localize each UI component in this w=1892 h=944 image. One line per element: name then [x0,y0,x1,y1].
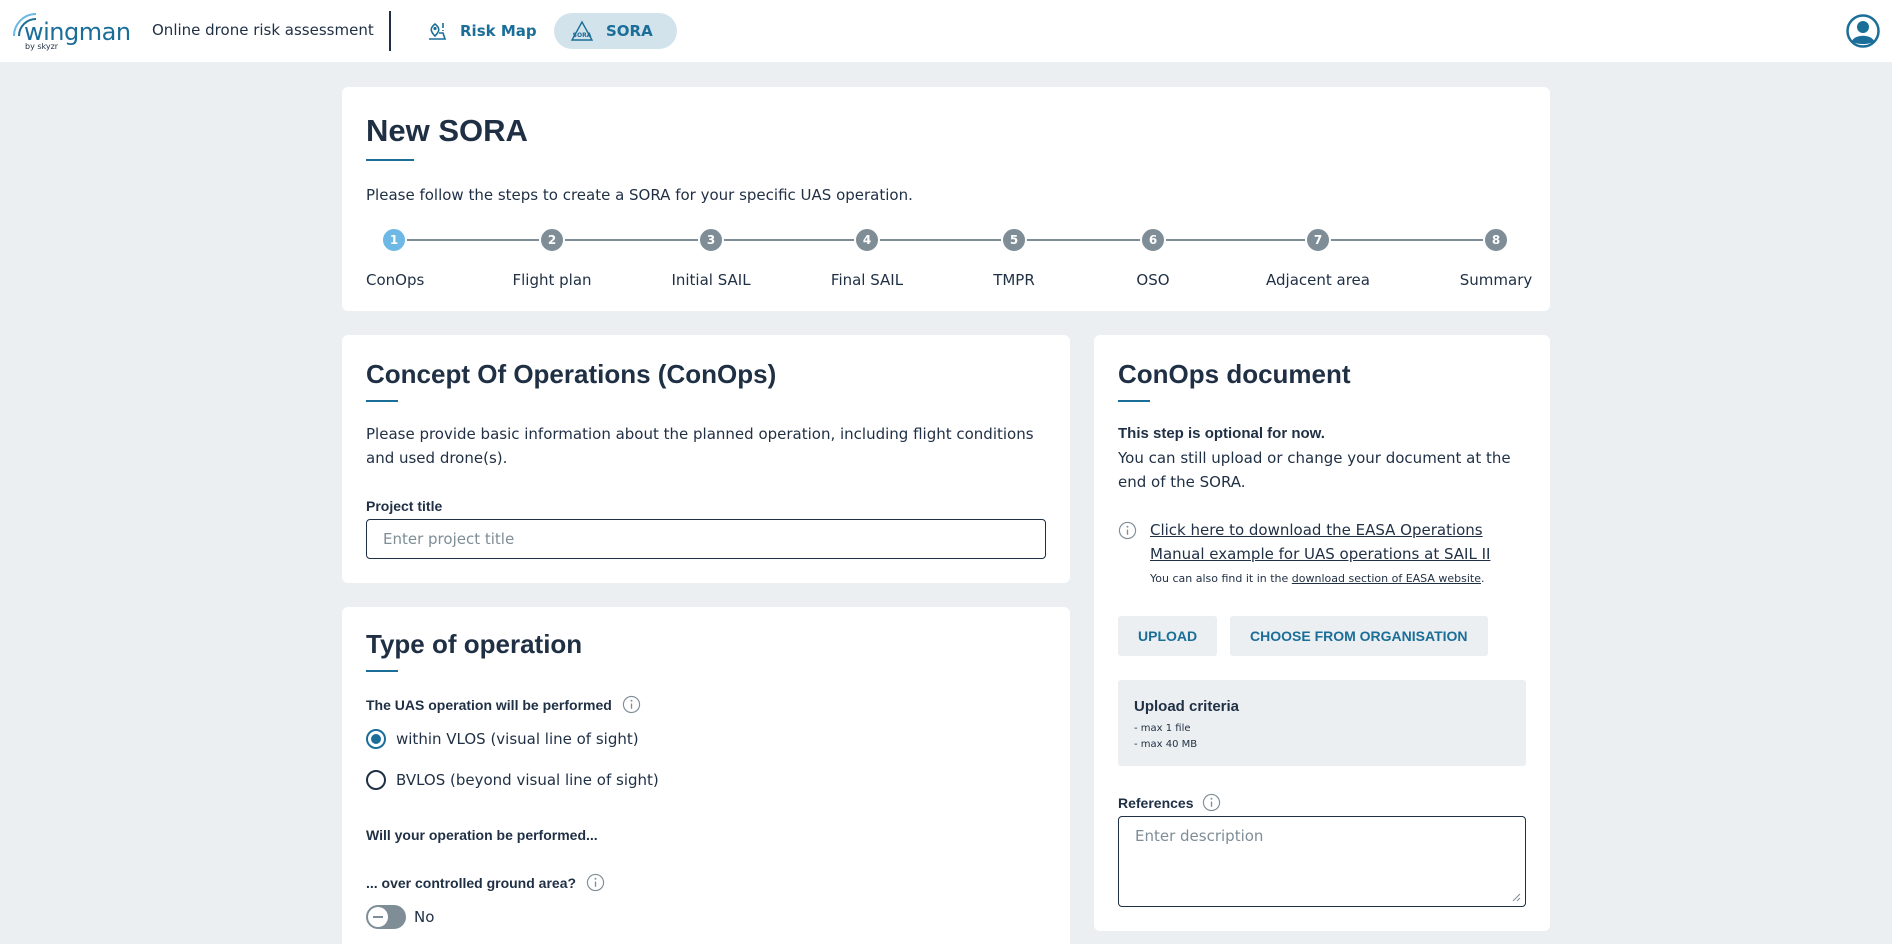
conops-document-title: ConOps document [1118,359,1351,389]
conops-card: Concept Of Operations (ConOps) Please pr… [342,335,1070,583]
conops-description: Please provide basic information about t… [366,425,1034,467]
project-title-input[interactable]: Enter project title [366,519,1046,559]
sora-stepper: 1 ConOps 2 Flight plan 3 Initial SAIL 4 … [366,227,1532,289]
step-oso[interactable]: 6 OSO [1113,227,1193,289]
radio-vlos[interactable]: within VLOS (visual line of sight) [366,729,639,749]
intro-description: Please follow the steps to create a SORA… [366,186,913,204]
conops-underline [366,400,398,402]
upload-criteria-box: Upload criteria - max 1 file - max 40 MB [1118,680,1526,766]
operation-question: The UAS operation will be performed [366,696,612,713]
type-of-operation-card: Type of operation The UAS operation will… [342,607,1070,944]
type-of-operation-underline [366,670,398,672]
step-number: 8 [1483,227,1509,253]
step-number: 6 [1140,227,1166,253]
title-underline [366,159,414,161]
type-of-operation-title: Type of operation [366,629,583,659]
radio-button[interactable] [366,729,386,749]
step-label: Initial SAIL [671,271,751,289]
easa-download-section-link[interactable]: download section of EASA website [1292,572,1481,585]
criteria-item: - max 1 file [1134,723,1191,734]
conops-title: Concept Of Operations (ConOps) [366,359,777,389]
project-title-label: Project title [366,498,443,514]
top-bar: wingman by skyzr Online drone risk asses… [0,0,1892,62]
step-conops[interactable]: 1 ConOps [366,227,425,289]
step-tmpr[interactable]: 5 TMPR [974,227,1054,289]
nav-risk-map-label: Risk Map [460,22,537,40]
references-label: References [1118,794,1194,811]
ground-area-toggle[interactable]: No [366,905,434,929]
references-textarea[interactable]: Enter description [1118,816,1526,907]
radio-bvlos[interactable]: BVLOS (beyond visual line of sight) [366,770,659,790]
criteria-item: - max 40 MB [1134,739,1198,750]
radio-button[interactable] [366,770,386,790]
easa-manual-download-link[interactable]: Click here to download the EASA Operatio… [1150,518,1530,566]
step-initial-sail[interactable]: 3 Initial SAIL [671,227,751,289]
step-label: Final SAIL [830,271,904,289]
info-icon [1118,521,1137,540]
step-number: 1 [381,227,407,253]
nav-risk-map[interactable]: Risk Map [410,13,553,49]
radio-vlos-label: within VLOS (visual line of sight) [396,730,639,748]
operation-subheading: Will your operation be performed... [366,827,598,843]
step-number: 2 [539,227,565,253]
toggle-value: No [414,908,435,926]
optional-note: This step is optional for now. [1118,425,1325,442]
find-prefix: You can also find it in the [1150,572,1292,585]
resize-handle-icon[interactable] [1511,892,1521,902]
page-title: New SORA [366,113,528,148]
toggle-knob [368,907,388,927]
svg-text:SORA: SORA [573,32,592,39]
conops-document-card: ConOps document This step is optional fo… [1094,335,1550,931]
step-summary[interactable]: 8 Summary [1456,227,1536,289]
easa-find-note: You can also find it in the download sec… [1150,572,1485,585]
conops-document-underline [1118,400,1150,402]
choose-from-organisation-button[interactable]: CHOOSE FROM ORGANISATION [1230,616,1488,656]
step-final-sail[interactable]: 4 Final SAIL [827,227,907,289]
find-suffix: . [1481,572,1485,585]
wingman-logo[interactable]: wingman by skyzr [10,8,131,52]
upload-criteria-title: Upload criteria [1134,698,1240,715]
optional-detail: You can still upload or change your docu… [1118,449,1511,491]
radio-bvlos-label: BVLOS (beyond visual line of sight) [396,771,659,789]
step-label: TMPR [993,271,1035,289]
step-number: 5 [1001,227,1027,253]
references-placeholder: Enter description [1135,827,1264,845]
step-label: OSO [1136,271,1170,289]
step-number: 3 [698,227,724,253]
user-avatar-icon[interactable] [1846,14,1880,48]
upload-button[interactable]: UPLOAD [1118,616,1218,656]
header-divider [389,11,391,51]
logo-subtext: by skyzr [25,42,59,51]
step-label: Adjacent area [1266,271,1370,289]
toggle-switch[interactable] [366,905,406,929]
step-flight-plan[interactable]: 2 Flight plan [512,227,592,289]
map-pin-icon [429,22,447,40]
app-tagline: Online drone risk assessment [152,21,374,39]
step-adjacent-area[interactable]: 7 Adjacent area [1263,227,1373,289]
nav-sora[interactable]: SORA SORA [554,13,677,49]
step-label: Flight plan [512,271,592,289]
info-icon[interactable] [1202,793,1221,812]
step-label: Summary [1459,271,1533,289]
step-number: 4 [854,227,880,253]
step-number: 7 [1305,227,1331,253]
nav-sora-label: SORA [606,22,653,40]
sora-icon: SORA [570,20,594,41]
new-sora-card: New SORA Please follow the steps to crea… [342,87,1550,311]
info-icon[interactable] [622,695,641,714]
step-label: ConOps [366,271,425,289]
ground-area-question: ... over controlled ground area? [366,874,577,891]
info-icon[interactable] [586,873,605,892]
